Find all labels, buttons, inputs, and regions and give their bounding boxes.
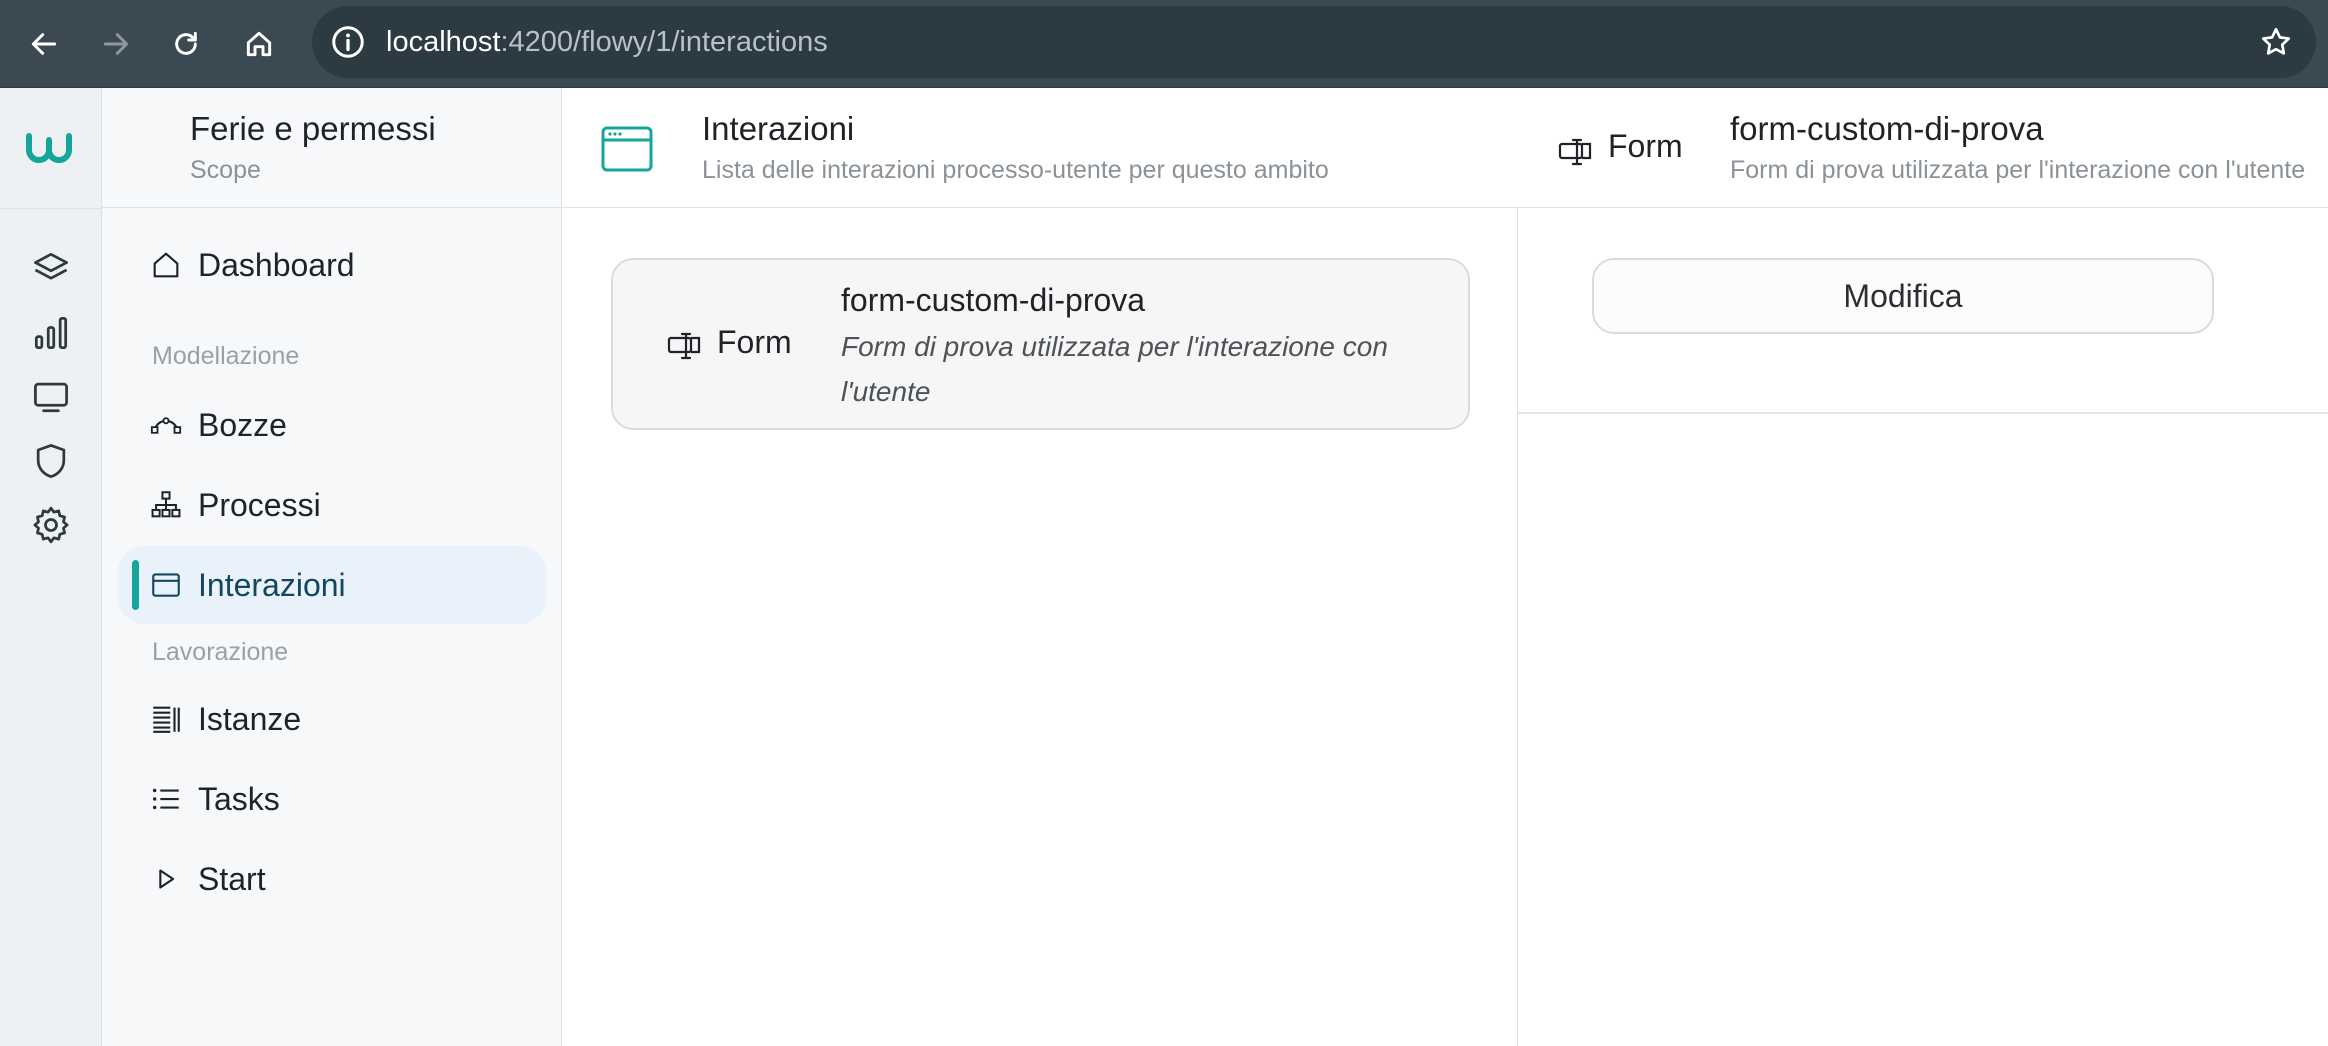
forward-button[interactable]	[90, 18, 142, 70]
sidebar-item-label: Tasks	[198, 780, 280, 817]
sidebar-item-istanze[interactable]: Istanze	[118, 680, 546, 758]
interaction-card[interactable]: Form form-custom-di-prova Form di prova …	[611, 258, 1470, 430]
app-rail	[0, 88, 102, 1046]
reload-button[interactable]	[160, 18, 212, 70]
interaction-detail-panel: Form form-custom-di-prova Form di prova …	[1518, 88, 2328, 1046]
rail-layers-button[interactable]	[24, 242, 78, 296]
app-logo[interactable]	[0, 122, 102, 174]
form-input-icon	[1558, 138, 1592, 166]
sidebar-item-tasks[interactable]: Tasks	[118, 760, 546, 838]
back-button[interactable]	[18, 18, 70, 70]
detail-subtitle: Form di prova utilizzata per l'interazio…	[1730, 156, 2306, 184]
sidebar-item-start[interactable]: Start	[118, 840, 546, 918]
sidebar-item-dashboard[interactable]: Dashboard	[118, 226, 546, 304]
edit-button[interactable]: Modifica	[1592, 258, 2214, 334]
rail-settings-button[interactable]	[24, 498, 78, 552]
instances-list-icon	[148, 701, 184, 737]
monitor-icon	[34, 382, 68, 413]
sidebar-item-label: Interazioni	[198, 566, 346, 603]
interaction-title: form-custom-di-prova	[841, 282, 1146, 318]
detail-title: form-custom-di-prova	[1730, 110, 2044, 147]
page-title: Interazioni	[702, 110, 855, 147]
interaction-description: Form di prova utilizzata per l'interazio…	[841, 331, 1388, 407]
sidebar-item-bozze[interactable]: Bozze	[118, 386, 546, 464]
url-path: :4200/flowy/1/interactions	[500, 26, 828, 58]
rail-divider	[0, 208, 102, 209]
layers-icon	[34, 252, 68, 280]
chart-icon	[34, 316, 68, 350]
section-work: Lavorazione	[152, 638, 289, 666]
sidebar-item-interazioni[interactable]: Interazioni	[118, 546, 546, 624]
shield-icon	[36, 444, 66, 478]
window-icon	[148, 567, 184, 603]
play-icon	[148, 861, 184, 897]
rail-monitor-button[interactable]	[24, 370, 78, 424]
logo-w-icon	[26, 133, 72, 163]
sidebar-item-label: Start	[198, 860, 266, 897]
active-indicator	[132, 560, 139, 610]
rail-analytics-button[interactable]	[24, 306, 78, 360]
home-icon	[246, 31, 272, 57]
sidebar: Ferie e permessi Scope Dashboard Modella…	[102, 88, 562, 1046]
detail-type: Form	[1608, 128, 1683, 164]
arrow-right-icon	[103, 33, 129, 55]
bookmark-star-icon[interactable]	[2258, 24, 2294, 60]
form-input-icon	[667, 332, 701, 360]
gear-icon	[33, 506, 69, 544]
sidebar-item-label: Istanze	[198, 700, 302, 737]
list-icon	[148, 781, 184, 817]
scope-header: Ferie e permessi Scope	[102, 88, 562, 208]
house-icon	[148, 247, 184, 283]
detail-actions: Modifica	[1518, 208, 2328, 414]
detail-header: Form form-custom-di-prova Form di prova …	[1518, 88, 2328, 208]
url-host: localhost	[386, 26, 501, 58]
home-button[interactable]	[233, 18, 285, 70]
sidebar-item-label: Processi	[198, 486, 321, 523]
sidebar-item-label: Dashboard	[198, 246, 355, 283]
browser-toolbar: localhost:4200/flowy/1/interactions	[0, 0, 2328, 88]
rail-security-button[interactable]	[24, 434, 78, 488]
sidebar-item-processi[interactable]: Processi	[118, 466, 546, 544]
window-icon	[601, 126, 653, 172]
interactions-panel: Interazioni Lista delle interazioni proc…	[562, 88, 1518, 1046]
bezier-curve-icon	[148, 407, 184, 443]
address-bar[interactable]: localhost:4200/flowy/1/interactions	[312, 6, 2316, 78]
interactions-header: Interazioni Lista delle interazioni proc…	[562, 88, 1518, 208]
arrow-left-icon	[31, 33, 57, 55]
scope-title: Ferie e permessi	[190, 110, 436, 147]
reload-icon	[175, 31, 197, 55]
hierarchy-icon	[148, 487, 184, 523]
interaction-type: Form	[717, 324, 792, 360]
page-subtitle: Lista delle interazioni processo-utente …	[702, 156, 1329, 184]
scope-subtitle: Scope	[190, 156, 261, 184]
url-text: localhost:4200/flowy/1/interactions	[386, 24, 828, 60]
section-modeling: Modellazione	[152, 342, 300, 370]
site-info-icon[interactable]	[330, 24, 366, 60]
sidebar-item-label: Bozze	[198, 406, 287, 443]
